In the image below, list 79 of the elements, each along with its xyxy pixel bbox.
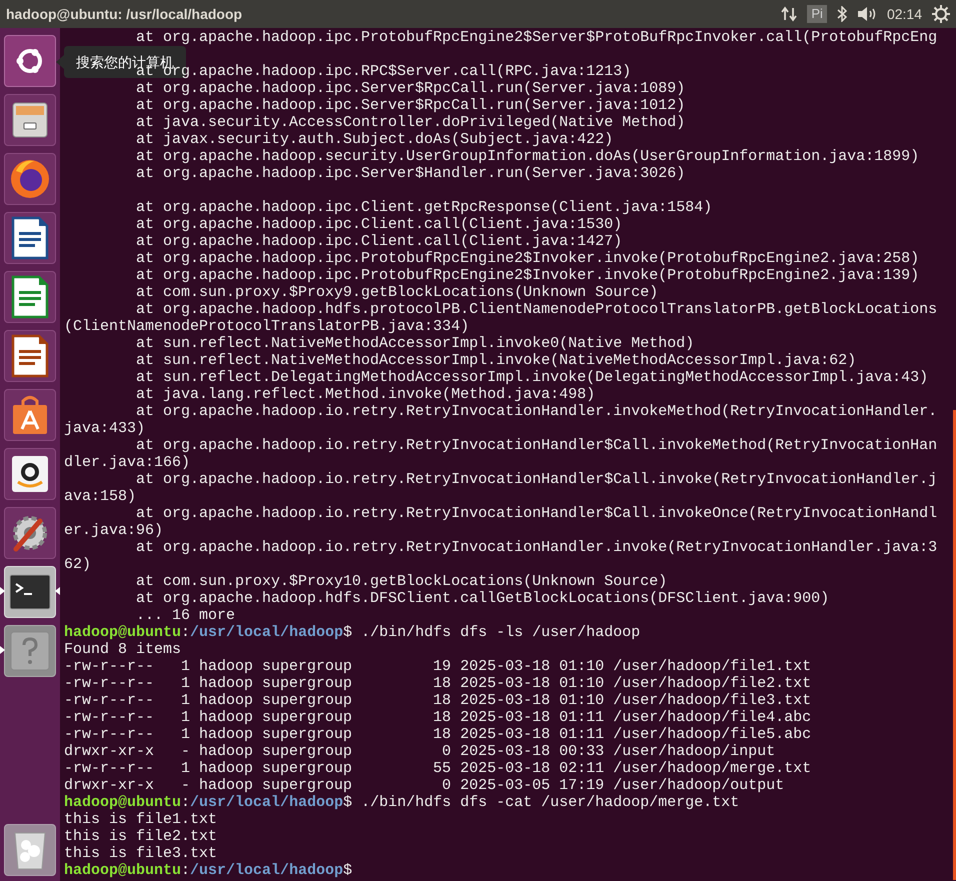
launcher-icon-button[interactable] [4,388,56,440]
terminal-line: ava:158) [64,488,136,505]
terminal-line: drwxr-xr-x - hadoop supergroup 0 2025-03-05 17:19 /user/hadoop/output [64,777,784,794]
clock[interactable]: 02:14 [886,4,922,24]
prompt-sign: $ [343,624,352,641]
prompt-user: hadoop@ubuntu [64,624,182,641]
launcher-icon-button[interactable] [4,448,56,500]
terminal-line: -rw-r--r-- 1 hadoop supergroup 18 2025-03-18 01:10 /user/hadoop/file2.txt [64,675,812,692]
prompt-separator: : [181,862,190,879]
terminal-line: at java.lang.reflect.Method.invoke(Method.java:498) [135,386,596,403]
bluetooth-icon[interactable] [836,6,847,22]
terminal-line: at org.apache.hadoop.io.retry.RetryInvocationHandler.invoke(RetryInvocationHandler.java:3 [135,539,938,556]
terminal-line: at org.apache.hadoop.ipc.Server$RpcCall.run(Server.java:1089) [135,80,686,97]
terminal-line: -rw-r--r-- 1 hadoop supergroup 55 2025-03-18 02:11 /user/hadoop/merge.txt [64,760,812,777]
terminal-line: at sun.reflect.NativeMethodAccessorImpl.invoke0(Native Method) [135,335,694,352]
terminal-line: this is file2.txt [64,828,218,845]
terminal-line: -rw-r--r-- 1 hadoop supergroup 18 2025-03-18 01:11 /user/hadoop/file4.abc [64,709,812,726]
terminal-line: ... 16 more [135,607,236,624]
document-icon [10,334,50,378]
terminal-line: at org.apache.hadoop.io.retry.RetryInvocationHandler.invokeMethod(RetryInvocationHandler. [135,403,938,420]
prompt-path: /usr/local/hadoop [190,794,344,811]
terminal-line: -rw-r--r-- 1 hadoop supergroup 18 2025-03-18 01:10 /user/hadoop/file3.txt [64,692,812,709]
volume-icon[interactable] [856,6,877,22]
terminal-line: at org.apache.hadoop.ipc.Server$RpcCall.run(Server.java:1012) [135,97,686,114]
terminal-line: at org.apache.hadoop.ipc.Client.call(Client.java:1427) [135,233,622,250]
terminal-line: at org.apache.hadoop.ipc.Server$Handler.run(Server.java:3026) [135,165,686,182]
document-icon [10,216,50,260]
prompt-separator: : [181,624,190,641]
terminal-line: drwxr-xr-x - hadoop supergroup 0 2025-03-18 00:33 /user/hadoop/input [64,743,776,760]
command-text: ./bin/hdfs dfs -ls /user/hadoop [360,624,640,641]
up-down-arrows-icon[interactable] [781,6,798,22]
terminal-line: at sun.reflect.NativeMethodAccessorImpl.invoke(NativeMethodAccessorImpl.java:62) [135,352,856,369]
terminal-line: at org.apache.hadoop.ipc.Client.getRpcResponse(Client.java:1584) [135,199,712,216]
terminal-icon [9,574,51,610]
terminal-line: at org.apache.hadoop.io.retry.RetryInvocationHandler$Call.invokeOnce(RetryInvocationHandl [135,505,938,522]
terminal-line: at com.sun.proxy.$Proxy9.getBlockLocations(Unknown Source) [135,284,658,301]
terminal-line: at org.apache.hadoop.io.retry.RetryInvocationHandler$Call.invoke(RetryInvocationHandler.j [135,471,938,488]
terminal-line: 62) [64,556,92,573]
launcher-icon-button[interactable] [4,270,56,322]
terminal-line: at sun.reflect.DelegatingMethodAccessorImpl.invoke(DelegatingMethodAccessorImpl.java:43) [135,369,928,386]
terminal-line: at java.security.AccessController.doPrivileged(Native Method) [135,114,686,131]
terminal-line: er.java:96) [64,522,164,539]
prompt-separator: : [181,794,190,811]
terminal-line: at org.apache.hadoop.hdfs.DFSClient.callGetBlockLocations(DFSClient.java:900) [135,590,830,607]
terminal-line: this is file1.txt [64,811,218,828]
terminal-line: at org.apache.hadoop.ipc.Client.call(Client.java:1530) [135,216,622,233]
window-title: hadoop@ubuntu: /usr/local/hadoop [6,4,242,24]
terminal-line: (ClientNamenodeProtocolTranslatorPB.java:334) [64,318,470,335]
prompt-path: /usr/local/hadoop [190,624,344,641]
launcher-icon-button[interactable] [4,34,56,86]
terminal-line: at org.apache.hadoop.io.retry.RetryInvocationHandler$Call.invokeMethod(RetryInvocationHan [135,437,938,454]
terminal-line: Found 8 items [64,641,182,658]
prompt-user: hadoop@ubuntu [64,794,182,811]
launcher-icon-button[interactable] [4,94,56,146]
terminal-line: -rw-r--r-- 1 hadoop supergroup 19 2025-03-18 01:10 /user/hadoop/file1.txt [64,658,812,675]
terminal-line: java:433) [64,420,146,437]
prompt-user: hadoop@ubuntu [64,862,182,879]
input-method-indicator[interactable]: Pi [807,5,827,23]
launcher-icon-button[interactable] [4,330,56,382]
question-mark-icon [10,630,50,670]
document-icon [10,274,50,318]
terminal-line: at org.apache.hadoop.security.UserGroupInformation.doAs(UserGroupInformation.java:1899) [135,148,920,165]
terminal-line: at javax.security.auth.Subject.doAs(Subject.java:422) [135,131,614,148]
prompt-sign: $ [343,794,352,811]
terminal-line: at com.sun.proxy.$Proxy10.getBlockLocations(Unknown Source) [135,573,668,590]
shopping-bag-icon [10,394,50,436]
terminal-line: at org.apache.hadoop.hdfs.protocolPB.ClientNamenodeProtocolTranslatorPB.getBlockLocations [135,301,938,318]
settings-icon[interactable] [932,5,950,23]
command-text: ./bin/hdfs dfs -cat /user/hadoop/merge.txt [360,794,740,811]
launcher-icon-button[interactable] [4,212,56,264]
terminal-line: at org.apache.hadoop.ipc.ProtobufRpcEngine2$Invoker.invoke(ProtobufRpcEngine2.java:258) [135,250,920,267]
terminal-line: at org.apache.hadoop.ipc.ProtobufRpcEngine2$Invoker.invoke(ProtobufRpcEngine2.java:139) [135,267,920,284]
terminal-line: this is file3.txt [64,845,218,862]
terminal-line: -rw-r--r-- 1 hadoop supergroup 18 2025-03-18 01:11 /user/hadoop/file5.abc [64,726,812,743]
prompt-sign: $ [343,862,352,879]
terminal-line: dler.java:166) [64,454,190,471]
terminal-line: at org.apache.hadoop.ipc.ProtobufRpcEngine2$Server$ProtoBufRpcInvoker.call(ProtobufRpcEng [135,29,938,46]
launcher-icon-button[interactable] [4,506,56,558]
prompt-path: /usr/local/hadoop [190,862,344,879]
